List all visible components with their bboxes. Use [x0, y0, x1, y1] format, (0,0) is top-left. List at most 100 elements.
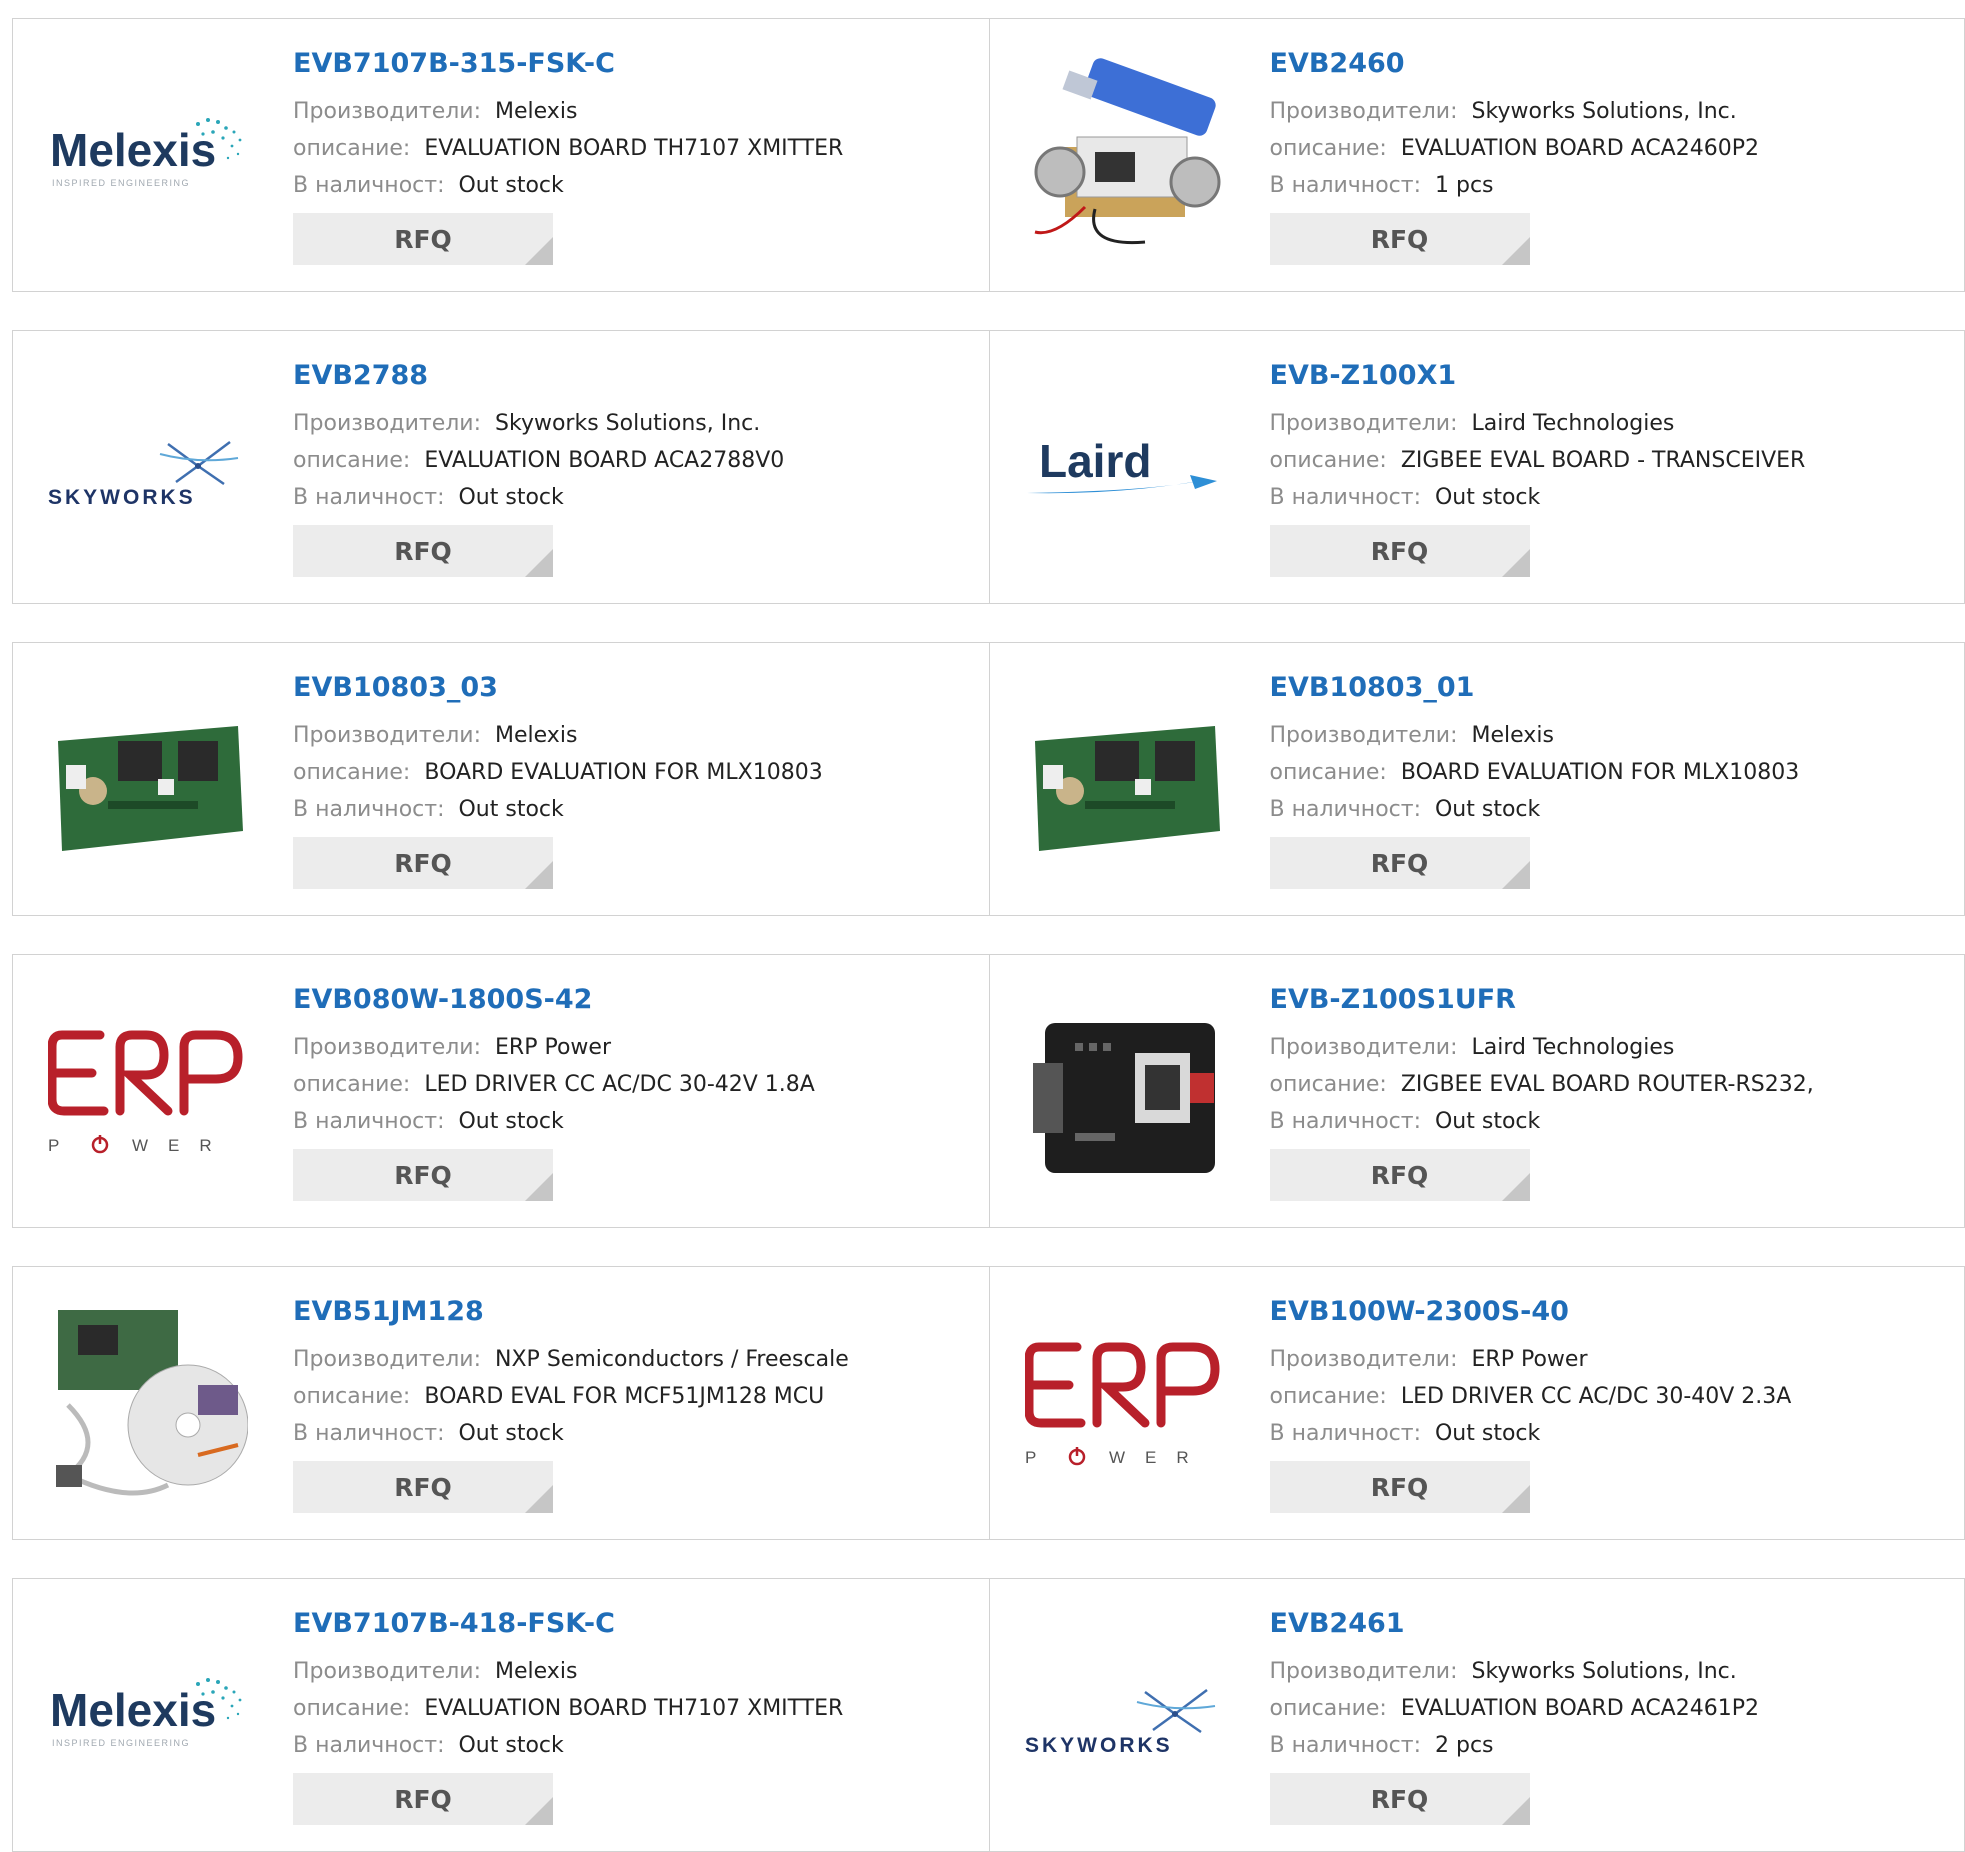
rfq-button[interactable]: RFQ — [1269, 1461, 1530, 1513]
board-photo — [1034, 58, 1220, 245]
part-number-link[interactable]: EVB2460 — [1270, 47, 1759, 81]
manufacturer-line: Производители: Melexis — [1270, 717, 1800, 754]
manufacturer-line: Производители: ERP Power — [293, 1029, 815, 1066]
part-number-link[interactable]: EVB7107B-315-FSK-C — [293, 47, 843, 81]
part-number-link[interactable]: EVB10803_03 — [293, 671, 823, 705]
stock-line: В наличност: Out stock — [1270, 1103, 1814, 1140]
description-label: описание: — [293, 1384, 411, 1409]
part-number-link[interactable]: EVB-Z100X1 — [1270, 359, 1806, 393]
stock-value: Out stock — [458, 797, 564, 822]
description-label: описание: — [1269, 1696, 1387, 1721]
rfq-button[interactable]: RFQ — [293, 1773, 553, 1825]
product-image[interactable]: Laird — [1025, 369, 1225, 569]
corner-triangle — [1501, 237, 1530, 265]
description-line: описание: ZIGBEE EVAL BOARD ROUTER-RS232, — [1270, 1066, 1814, 1103]
rfq-button[interactable]: RFQ — [1269, 525, 1530, 577]
manufacturer-label: Производители: — [293, 723, 482, 748]
stock-value: 2 pcs — [1434, 1733, 1494, 1758]
manufacturer-label: Производители: — [1269, 1659, 1458, 1684]
stock-value: Out stock — [458, 1109, 564, 1134]
product-info: EVB51JM128 Производители: NXP Semiconducto… — [293, 1295, 849, 1513]
manufacturer-line: Производители: Melexis — [293, 717, 823, 754]
product-image[interactable] — [1025, 57, 1225, 257]
part-number-link[interactable]: EVB2788 — [293, 359, 784, 393]
description-line: описание: EVALUATION BOARD ACA2788V0 — [293, 442, 784, 479]
description-label: описание: — [1269, 1384, 1387, 1409]
rfq-button[interactable]: RFQ — [293, 837, 553, 889]
rfq-label: RFQ — [1370, 1784, 1429, 1814]
melexis-logo: Melexis INSPIRED ENGINEERING — [50, 118, 242, 188]
part-number-link[interactable]: EVB51JM128 — [293, 1295, 849, 1329]
stock-value: Out stock — [458, 1733, 564, 1758]
product-image[interactable]: SKYWORKS — [1025, 1617, 1225, 1817]
rfq-button[interactable]: RFQ — [293, 213, 553, 265]
stock-label: В наличност: — [1269, 1109, 1421, 1134]
laird-logo: Laird — [1026, 435, 1217, 494]
skyworks-logo: SKYWORKS — [48, 441, 239, 509]
manufacturer-label: Производители: — [1269, 1347, 1458, 1372]
description-line: описание: BOARD EVALUATION FOR MLX10803 — [1270, 754, 1800, 791]
part-number-link[interactable]: EVB080W-1800S-42 — [293, 983, 815, 1017]
product-image[interactable] — [1025, 993, 1225, 1193]
product-image[interactable]: Melexis INSPIRED ENGINEERING — [48, 57, 248, 257]
product-info: EVB2461 Производители: Skyworks Solutions,… — [1269, 1607, 1759, 1825]
product-image[interactable]: P WER — [48, 993, 248, 1193]
rfq-label: RFQ — [394, 536, 452, 566]
product-info: EVB2460 Производители: Skyworks Solutions,… — [1269, 47, 1759, 265]
rfq-button[interactable]: RFQ — [1269, 1773, 1530, 1825]
stock-label: В наличност: — [1269, 1733, 1421, 1758]
corner-triangle — [525, 549, 553, 577]
rfq-button[interactable]: RFQ — [1269, 837, 1530, 889]
stock-label: В наличност: — [1269, 1421, 1421, 1446]
rfq-button[interactable]: RFQ — [293, 1149, 553, 1201]
stock-label: В наличност: — [293, 485, 445, 510]
part-number-link[interactable]: EVB2461 — [1270, 1607, 1759, 1641]
corner-triangle — [525, 861, 553, 889]
manufacturer-value: Laird Technologies — [1471, 1035, 1675, 1060]
description-value: BOARD EVAL FOR MCF51JM128 MCU — [424, 1384, 825, 1409]
stock-label: В наличност: — [293, 797, 445, 822]
manufacturer-line: Производители: Skyworks Solutions, Inc. — [293, 405, 784, 442]
part-number-link[interactable]: EVB-Z100S1UFR — [1270, 983, 1814, 1017]
product-image[interactable]: P WER — [1024, 1305, 1225, 1505]
product-row: SKYWORKS EVB2788 Производители: Skyworks S… — [12, 330, 1965, 604]
svg-text:SKYWORKS: SKYWORKS — [48, 486, 196, 509]
rfq-button[interactable]: RFQ — [1269, 213, 1530, 265]
manufacturer-value: Skyworks Solutions, Inc. — [495, 411, 761, 436]
product-image[interactable]: SKYWORKS — [48, 369, 248, 569]
stock-value: Out stock — [1434, 1421, 1541, 1446]
part-number-link[interactable]: EVB7107B-418-FSK-C — [293, 1607, 843, 1641]
stock-line: В наличност: Out stock — [293, 791, 823, 828]
product-info: EVB2788 Производители: Skyworks Solutions,… — [293, 359, 784, 577]
corner-triangle — [1501, 861, 1530, 889]
svg-text:WER: WER — [132, 1136, 232, 1155]
product-image[interactable] — [48, 681, 248, 881]
rfq-label: RFQ — [1370, 1160, 1429, 1190]
manufacturer-label: Производители: — [1269, 1035, 1458, 1060]
product-info: EVB7107B-418-FSK-C Производители: Melexis о… — [293, 1607, 843, 1825]
corner-triangle — [525, 1797, 553, 1825]
product-card: EVB10803_01 Производители: Melexis описание… — [988, 643, 1965, 915]
product-info: EVB100W-2300S-40 Производители: ERP Power о… — [1269, 1295, 1792, 1513]
product-image[interactable] — [48, 1305, 248, 1505]
svg-text:P: P — [48, 1136, 81, 1155]
product-image[interactable]: Melexis INSPIRED ENGINEERING — [48, 1617, 248, 1817]
stock-line: В наличност: Out stock — [1270, 479, 1806, 516]
rfq-button[interactable]: RFQ — [1269, 1149, 1530, 1201]
svg-text:Melexis: Melexis — [50, 124, 216, 176]
corner-triangle — [1501, 1173, 1530, 1201]
part-number-link[interactable]: EVB10803_01 — [1270, 671, 1800, 705]
rfq-button[interactable]: RFQ — [293, 525, 553, 577]
rfq-button[interactable]: RFQ — [293, 1461, 553, 1513]
product-image[interactable] — [1025, 681, 1225, 881]
manufacturer-line: Производители: Laird Technologies — [1270, 1029, 1814, 1066]
description-line: описание: BOARD EVALUATION FOR MLX10803 — [293, 754, 823, 791]
stock-label: В наличност: — [293, 173, 445, 198]
description-line: описание: EVALUATION BOARD TH7107 XMITTER — [293, 130, 843, 167]
part-number-link[interactable]: EVB100W-2300S-40 — [1270, 1295, 1792, 1329]
manufacturer-line: Производители: Skyworks Solutions, Inc. — [1270, 1653, 1759, 1690]
manufacturer-value: Laird Technologies — [1471, 411, 1675, 436]
stock-label: В наличност: — [293, 1733, 445, 1758]
product-row: EVB51JM128 Производители: NXP Semiconducto… — [12, 1266, 1965, 1540]
kit-photo — [56, 1310, 248, 1496]
